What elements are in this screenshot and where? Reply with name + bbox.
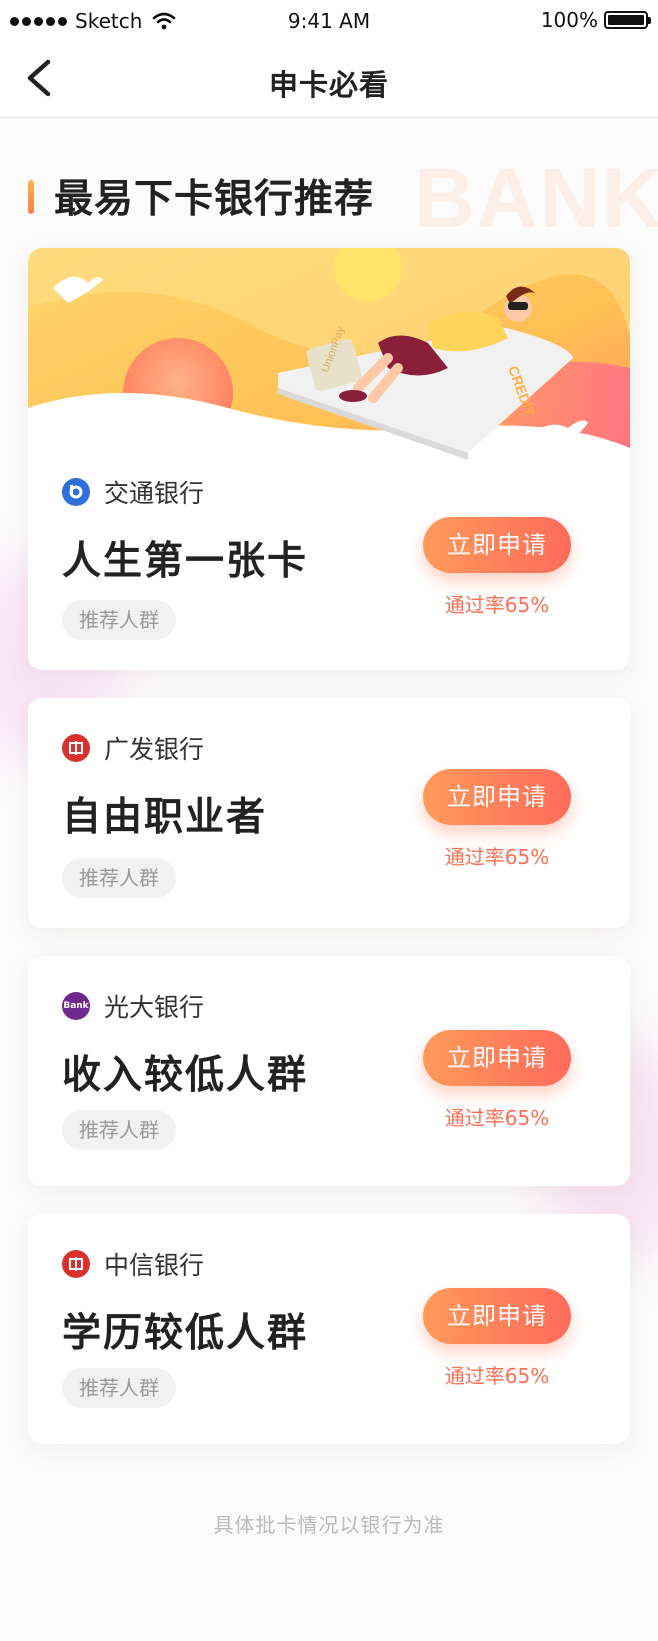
pass-rate: 通过率65% — [444, 845, 550, 869]
section-accent-bar — [28, 180, 34, 214]
recommend-tag: 推荐人群 — [62, 858, 176, 898]
bankcomm-logo-icon — [62, 478, 90, 506]
bank-name: 中信银行 — [104, 1251, 205, 1280]
recommend-tag: 推荐人群 — [62, 1368, 176, 1408]
bank-name: 交通银行 — [104, 479, 205, 508]
section-watermark: BANK — [414, 151, 658, 245]
battery-group: 100% — [540, 8, 651, 32]
bank-card-guangda: Bank 光大银行 收入较低人群 推荐人群 立即申请 通过率65% — [28, 956, 630, 1186]
bank-row: 交通银行 — [62, 474, 204, 510]
cebbank-logo-icon: Bank — [62, 992, 90, 1020]
bank-row: 中信银行 — [62, 1246, 204, 1282]
battery-icon — [604, 11, 651, 29]
cgb-logo-icon — [62, 734, 90, 762]
bank-card-jiaotong: UnionPay CREDIT 交通银行 人生第一张卡 推荐人群 立即申请 通过… — [28, 248, 630, 670]
apply-button[interactable]: 立即申请 — [423, 1030, 571, 1086]
pass-rate: 通过率65% — [444, 593, 550, 617]
section-header: BANK 最易下卡银行推荐 — [28, 151, 658, 245]
footer-note: 具体批卡情况以银行为准 — [213, 1513, 445, 1537]
card-title: 收入较低人群 — [62, 1053, 309, 1098]
card-title: 自由职业者 — [62, 795, 268, 840]
bank-name: 广发银行 — [104, 735, 205, 764]
recommend-tag: 推荐人群 — [62, 1110, 176, 1150]
bank-name: 光大银行 — [104, 993, 205, 1022]
citic-logo-icon — [62, 1250, 90, 1278]
section-title: 最易下卡银行推荐 — [54, 177, 375, 222]
apply-button[interactable]: 立即申请 — [423, 1288, 571, 1344]
bank-card-zhongxin: 中信银行 学历较低人群 推荐人群 立即申请 通过率65% — [28, 1214, 630, 1444]
nav-bar: 申卡必看 — [0, 42, 658, 118]
apply-button[interactable]: 立即申请 — [423, 769, 571, 825]
bank-card-guangfa: 广发银行 自由职业者 推荐人群 立即申请 通过率65% — [28, 698, 630, 928]
card-title: 人生第一张卡 — [62, 539, 309, 584]
status-bar: Sketch 9:41 AM 100% — [0, 0, 658, 42]
page-title: 申卡必看 — [268, 68, 389, 102]
pass-rate: 通过率65% — [444, 1364, 550, 1388]
apply-button[interactable]: 立即申请 — [423, 517, 571, 573]
recommend-tag: 推荐人群 — [62, 600, 176, 640]
bank-row: 广发银行 — [62, 730, 204, 766]
pass-rate: 通过率65% — [444, 1106, 550, 1130]
bank-row: Bank 光大银行 — [62, 988, 204, 1024]
battery-label: 100% — [540, 8, 598, 32]
card-title: 学历较低人群 — [62, 1311, 309, 1356]
banner-illustration: UnionPay CREDIT — [28, 248, 630, 508]
